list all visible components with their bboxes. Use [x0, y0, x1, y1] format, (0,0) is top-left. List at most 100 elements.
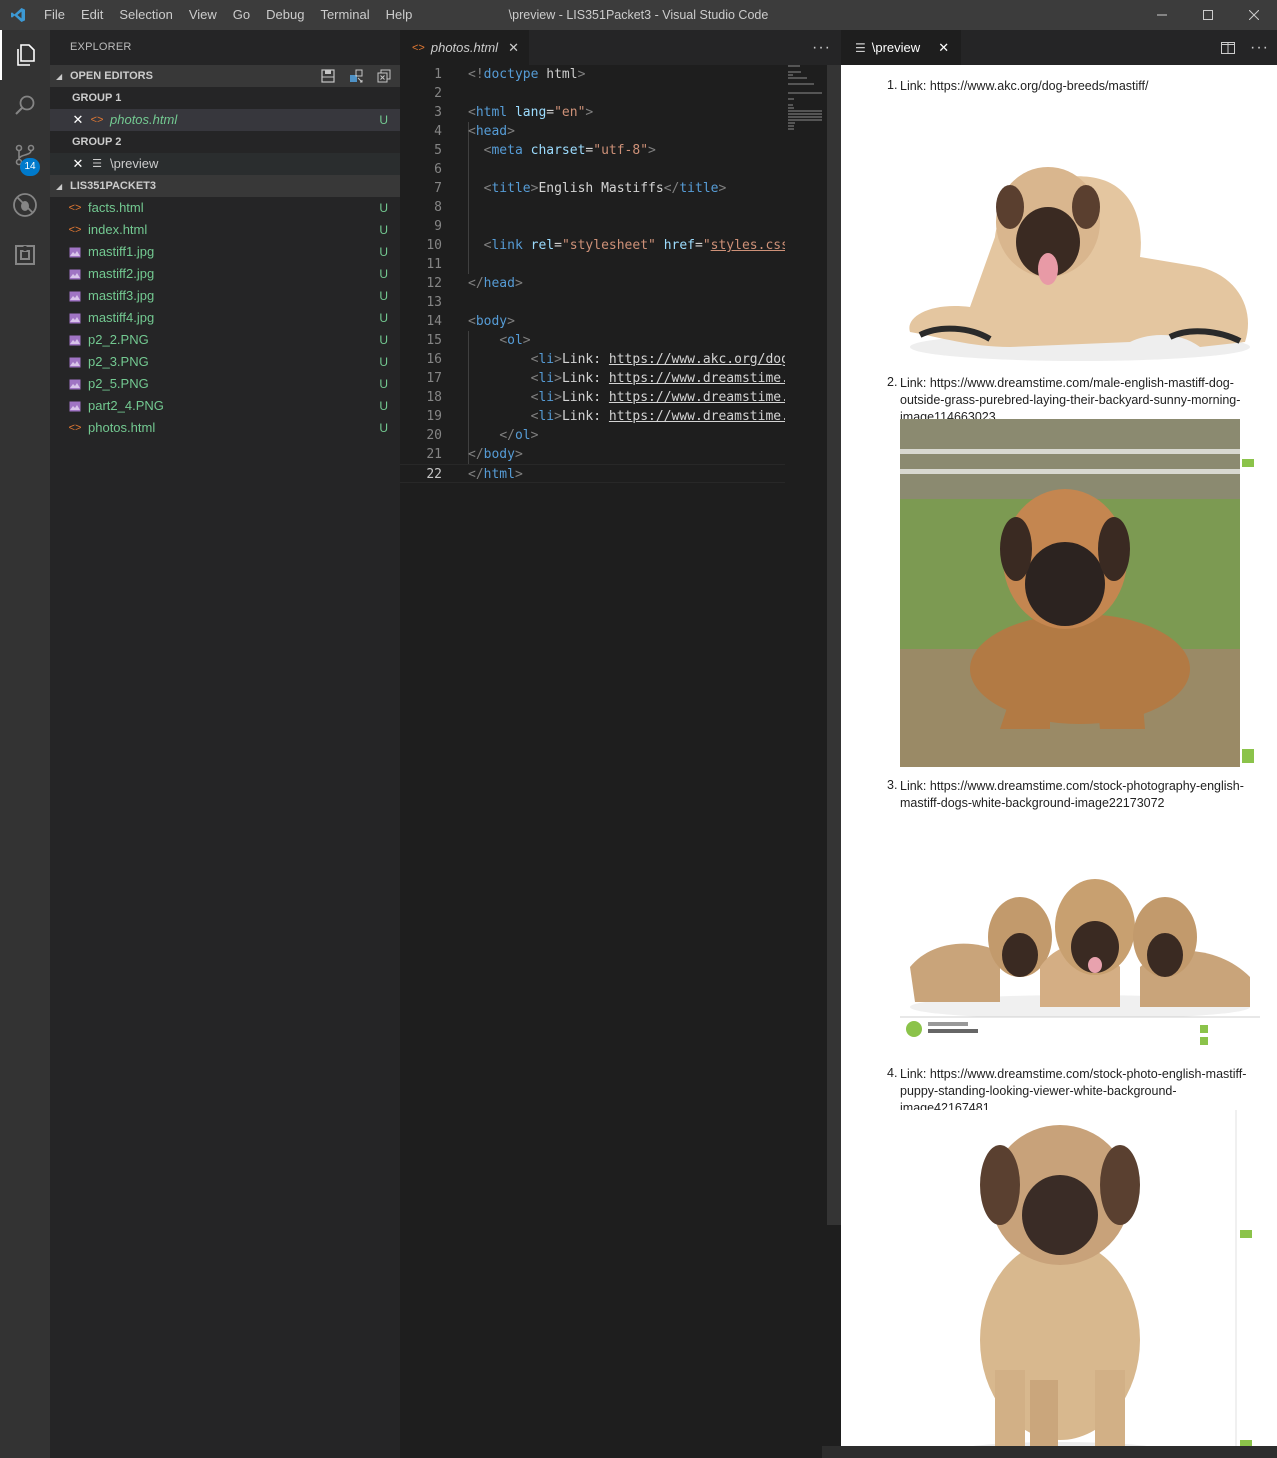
code-line[interactable]: 8 [400, 198, 785, 217]
code-line[interactable]: 11 [400, 255, 785, 274]
untracked-status: U [379, 113, 388, 127]
tab-preview[interactable]: ☰ \preview ✕ [841, 30, 962, 65]
close-icon[interactable]: ✕ [938, 40, 949, 56]
file-item[interactable]: <> index.html U [50, 219, 400, 241]
code-line[interactable]: 13 [400, 293, 785, 312]
extensions-activity[interactable] [0, 230, 50, 280]
menu-debug[interactable]: Debug [258, 0, 312, 30]
file-item[interactable]: mastiff3.jpg U [50, 285, 400, 307]
open-editor-preview[interactable]: ✕ ☰ \preview [50, 153, 400, 175]
project-label: LIS351PACKET3 [70, 180, 156, 192]
file-item[interactable]: p2_2.PNG U [50, 329, 400, 351]
activity-bar: 14 [0, 30, 50, 1458]
code-line[interactable]: 22 </html> [400, 464, 785, 483]
code-line[interactable]: 14 <body> [400, 312, 785, 331]
chevron-down-icon: ◢ [56, 72, 63, 81]
code-line[interactable]: 4 <head> [400, 122, 785, 141]
code-line[interactable]: 17 <li>Link: https://www.dreamstime.c [400, 369, 785, 388]
file-item[interactable]: mastiff2.jpg U [50, 263, 400, 285]
code-text: <li>Link: https://www.dreamstime.c [530, 390, 785, 405]
code-line[interactable]: 12 </head> [400, 274, 785, 293]
code-line[interactable]: 18 <li>Link: https://www.dreamstime.c [400, 388, 785, 407]
code-line[interactable]: 3 <html lang="en"> [400, 103, 785, 122]
image-file-icon [66, 351, 84, 373]
mastiff-puppy-standing-photo [900, 1110, 1258, 1458]
line-number: 12 [426, 276, 442, 291]
code-line[interactable]: 21 </body> [400, 445, 785, 464]
code-line[interactable]: 20 </ol> [400, 426, 785, 445]
line-number: 2 [434, 86, 442, 101]
tab-photos-html[interactable]: <> photos.html ✕ [400, 30, 529, 65]
debug-activity[interactable] [0, 180, 50, 230]
menu-view[interactable]: View [181, 0, 225, 30]
code-line[interactable]: 2 [400, 84, 785, 103]
image-file-icon [66, 285, 84, 307]
untracked-status: U [379, 201, 388, 215]
close-all-icon[interactable] [376, 68, 392, 84]
close-window-button[interactable] [1231, 0, 1277, 30]
save-all-icon[interactable] [320, 68, 336, 84]
html-file-icon: <> [412, 41, 425, 54]
scm-badge: 14 [20, 158, 40, 176]
more-actions-icon[interactable]: ··· [812, 30, 831, 65]
code-text: <li>Link: https://www.dreamstime.c [530, 371, 785, 386]
more-actions-icon[interactable]: ··· [1250, 39, 1269, 57]
link-text[interactable]: Link: https://www.akc.org/dog-breeds/mas… [900, 78, 1260, 95]
minimap-line [788, 71, 801, 73]
open-editor-photos[interactable]: ✕ <> photos.html U [50, 109, 400, 131]
menu-go[interactable]: Go [225, 0, 258, 30]
search-activity[interactable] [0, 80, 50, 130]
project-header[interactable]: ◢ LIS351PACKET3 [50, 175, 400, 197]
close-icon[interactable]: ✕ [70, 153, 86, 175]
code-line[interactable]: 5 <meta charset="utf-8"> [400, 141, 785, 160]
maximize-icon [1203, 10, 1213, 20]
code-line[interactable]: 9 [400, 217, 785, 236]
vertical-scrollbar[interactable] [827, 65, 841, 1458]
file-item[interactable]: p2_5.PNG U [50, 373, 400, 395]
minimap-line [788, 98, 794, 100]
link-text[interactable]: Link: https://www.dreamstime.com/stock-p… [900, 778, 1260, 812]
close-icon[interactable]: ✕ [70, 109, 86, 131]
code-line[interactable]: 15 <ol> [400, 331, 785, 350]
file-item[interactable]: mastiff4.jpg U [50, 307, 400, 329]
split-layout-icon[interactable] [348, 68, 364, 84]
scrollbar-thumb[interactable] [827, 65, 841, 1225]
maximize-button[interactable] [1185, 0, 1231, 30]
menu-terminal[interactable]: Terminal [312, 0, 377, 30]
file-item[interactable]: <> facts.html U [50, 197, 400, 219]
code-line[interactable]: 19 <li>Link: https://www.dreamstime.c [400, 407, 785, 426]
menu-help[interactable]: Help [378, 0, 421, 30]
code-line[interactable]: 6 [400, 160, 785, 179]
open-editors-header[interactable]: ◢ OPEN EDITORS [50, 65, 400, 87]
line-number: 7 [434, 181, 442, 196]
file-item[interactable]: part2_4.PNG U [50, 395, 400, 417]
menu-edit[interactable]: Edit [73, 0, 111, 30]
html-file-icon: <> [90, 114, 104, 126]
file-name: index.html [88, 222, 148, 237]
tab-label: photos.html [430, 40, 499, 55]
code-line[interactable]: 1 <!doctype html> [400, 65, 785, 84]
vscode-logo-icon [0, 0, 36, 30]
code-text: </html> [468, 467, 523, 482]
open-editor-filename: photos.html [110, 112, 178, 127]
code-line[interactable]: 16 <li>Link: https://www.akc.org/dog- [400, 350, 785, 369]
file-item[interactable]: p2_3.PNG U [50, 351, 400, 373]
close-icon[interactable]: ✕ [508, 40, 519, 56]
menu-selection[interactable]: Selection [111, 0, 180, 30]
minimap[interactable] [786, 65, 826, 1458]
minimap-line [788, 125, 794, 127]
explorer-activity[interactable] [0, 30, 50, 80]
code-line[interactable]: 10 <link rel="stylesheet" href="styles.c… [400, 236, 785, 255]
html-file-icon: <> [68, 224, 82, 236]
split-editor-icon[interactable] [1220, 40, 1236, 56]
menu-file[interactable]: File [36, 0, 73, 30]
horizontal-scrollbar[interactable] [822, 1446, 1277, 1458]
file-item[interactable]: mastiff1.jpg U [50, 241, 400, 263]
source-control-activity[interactable]: 14 [0, 130, 50, 180]
file-item[interactable]: <> photos.html U [50, 417, 400, 439]
minimize-button[interactable] [1139, 0, 1185, 30]
code-area[interactable]: 1 <!doctype html> 2 3 <html lang="en"> 4 <head… [400, 65, 785, 1458]
code-text: <!doctype html> [468, 67, 586, 82]
minimap-line [788, 110, 822, 112]
code-line[interactable]: 7 <title>English Mastiffs</title> [400, 179, 785, 198]
